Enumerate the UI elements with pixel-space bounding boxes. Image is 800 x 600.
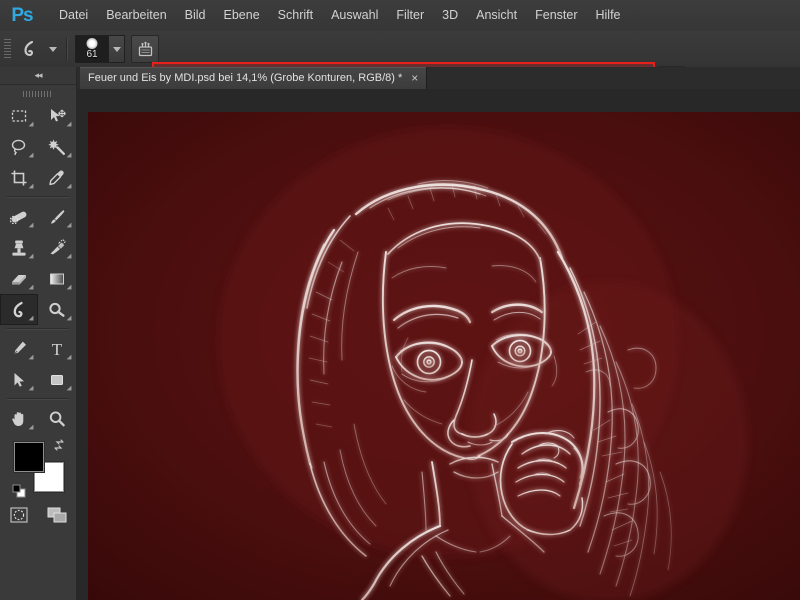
quick-mask-icon[interactable] <box>0 500 38 530</box>
menu-item-ebene[interactable]: Ebene <box>215 0 269 31</box>
photoshop-logo: Ps <box>11 4 33 26</box>
tools-grid: T <box>0 100 76 434</box>
tool-healing-brush[interactable] <box>0 201 38 232</box>
tool-gradient[interactable] <box>38 263 76 294</box>
tool-move[interactable] <box>38 100 76 131</box>
tool-options-bar: 61 Modus: Normal Stärke: <box>0 31 800 98</box>
options-separator-1 <box>66 38 68 60</box>
menu-item-3d[interactable]: 3D <box>433 0 467 31</box>
tool-rectangular-marquee[interactable] <box>0 100 38 131</box>
tools-panel-collapse-button[interactable]: ◂◂ <box>0 67 76 85</box>
menu-item-datei[interactable]: Datei <box>50 0 97 31</box>
tool-clone-stamp[interactable] <box>0 232 38 263</box>
tool-crop[interactable] <box>0 162 38 193</box>
tools-panel: ◂◂ T <box>0 67 77 600</box>
tool-pen[interactable] <box>0 333 38 364</box>
tool-path-selection[interactable] <box>0 364 38 395</box>
menu-item-auswahl[interactable]: Auswahl <box>322 0 387 31</box>
swap-colors-icon[interactable] <box>52 438 66 452</box>
artwork-glowing-edges-portrait <box>88 112 800 600</box>
screen-mode-icon[interactable] <box>38 500 76 530</box>
menu-item-ansicht[interactable]: Ansicht <box>467 0 526 31</box>
document-tab-title: Feuer und Eis by MDI.psd bei 14,1% (Grob… <box>88 72 403 84</box>
tool-rectangle-shape[interactable] <box>38 364 76 395</box>
tool-magic-wand[interactable] <box>38 131 76 162</box>
tool-hand[interactable] <box>0 403 38 434</box>
canvas-workspace[interactable] <box>76 89 800 600</box>
tool-type[interactable]: T <box>38 333 76 364</box>
brush-preview: 61 <box>76 36 108 62</box>
tool-zoom[interactable] <box>38 403 76 434</box>
document-tab-bar: Feuer und Eis by MDI.psd bei 14,1% (Grob… <box>76 67 800 90</box>
brush-size-value: 61 <box>86 49 98 60</box>
menu-item-list: Datei Bearbeiten Bild Ebene Schrift Ausw… <box>50 0 630 31</box>
menu-item-bearbeiten[interactable]: Bearbeiten <box>97 0 175 31</box>
tool-smudge[interactable] <box>0 294 38 325</box>
menu-item-bild[interactable]: Bild <box>176 0 215 31</box>
double-chevron-left-icon: ◂◂ <box>34 70 42 80</box>
tool-preset-dropdown[interactable] <box>45 35 61 63</box>
color-swatches <box>0 438 76 500</box>
brush-preset-picker[interactable]: 61 <box>75 35 125 63</box>
tool-lasso[interactable] <box>0 131 38 162</box>
default-colors-icon[interactable] <box>12 484 26 498</box>
menu-bar: Ps Datei Bearbeiten Bild Ebene Schrift A… <box>0 0 800 32</box>
close-icon[interactable]: × <box>411 72 418 84</box>
tool-brush[interactable] <box>38 201 76 232</box>
foreground-color-swatch[interactable] <box>14 442 44 472</box>
tools-divider-1 <box>7 196 69 198</box>
brush-preset-dropdown[interactable] <box>108 36 124 62</box>
menu-item-fenster[interactable]: Fenster <box>526 0 586 31</box>
photoshop-window: Ps Datei Bearbeiten Bild Ebene Schrift A… <box>0 0 800 600</box>
tools-divider-2 <box>7 328 69 330</box>
menu-item-hilfe[interactable]: Hilfe <box>587 0 630 31</box>
brush-panel-toggle-icon[interactable] <box>131 35 159 63</box>
tool-dodge[interactable] <box>38 294 76 325</box>
document-canvas[interactable] <box>88 112 800 600</box>
options-bar-grip[interactable] <box>4 39 11 59</box>
tools-panel-grip[interactable] <box>0 85 76 100</box>
tool-eyedropper[interactable] <box>38 162 76 193</box>
tool-history-brush[interactable] <box>38 232 76 263</box>
tools-divider-3 <box>7 398 69 400</box>
tool-eraser[interactable] <box>0 263 38 294</box>
smudge-tool-icon[interactable] <box>15 35 45 63</box>
menu-item-filter[interactable]: Filter <box>387 0 433 31</box>
svg-text:T: T <box>52 340 63 359</box>
menu-item-schrift[interactable]: Schrift <box>269 0 322 31</box>
mode-buttons-row <box>0 500 76 530</box>
brush-tip-shape-icon <box>86 38 98 49</box>
document-tab[interactable]: Feuer und Eis by MDI.psd bei 14,1% (Grob… <box>80 67 428 89</box>
